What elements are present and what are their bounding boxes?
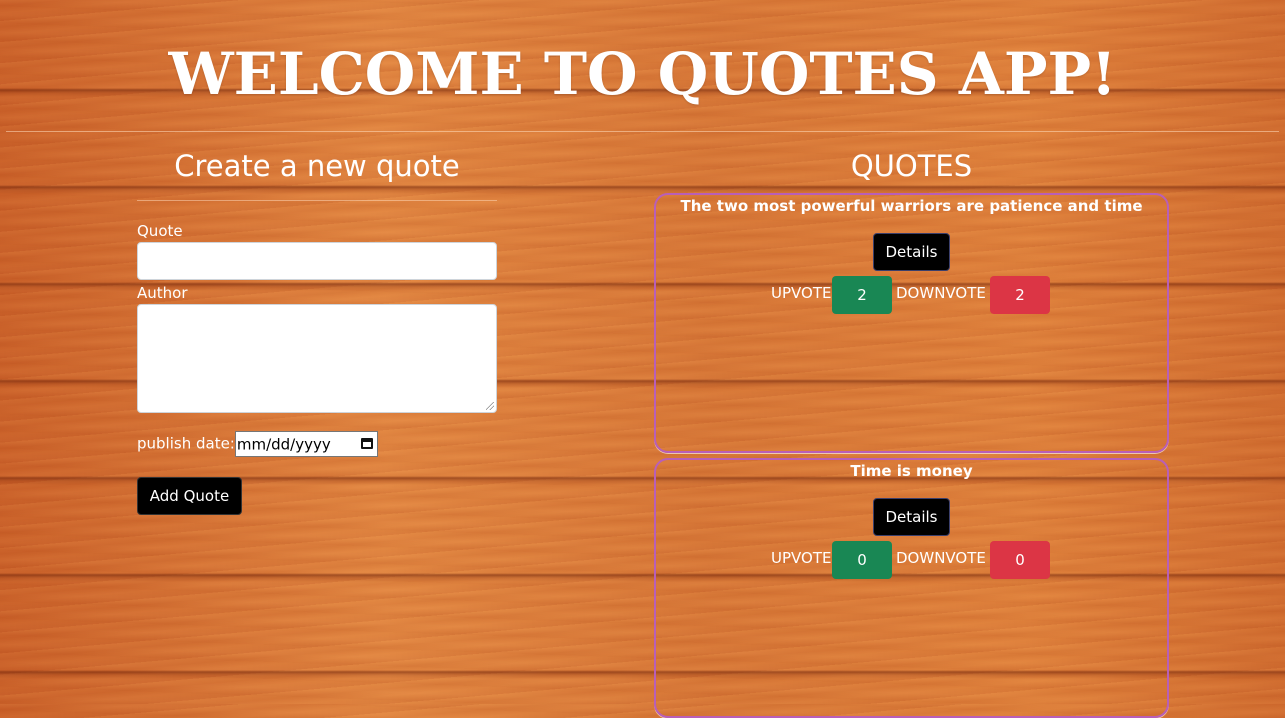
quote-text: Time is money — [850, 462, 973, 480]
publish-date-input[interactable]: mm/dd/yyyy — [234, 430, 378, 457]
downvote-button[interactable]: 2 — [990, 276, 1050, 314]
downvote-label: DOWNVOTE — [896, 284, 986, 302]
quote-input[interactable] — [137, 242, 497, 280]
quote-card: The two most powerful warriors are patie… — [654, 193, 1169, 453]
vote-row: UPVOTE 0 DOWNVOTE 0 — [771, 541, 1071, 579]
quote-text: The two most powerful warriors are patie… — [680, 197, 1143, 215]
vote-row: UPVOTE 2 DOWNVOTE 2 — [771, 276, 1071, 314]
calendar-icon[interactable] — [360, 437, 373, 449]
upvote-button[interactable]: 2 — [832, 276, 892, 314]
downvote-label: DOWNVOTE — [896, 549, 986, 567]
publish-date-row: publish date: mm/dd/yyyy — [137, 430, 378, 457]
upvote-label: UPVOTE — [771, 549, 832, 567]
date-placeholder: mm/dd/yyyy — [236, 435, 331, 453]
create-quote-heading: Create a new quote — [174, 149, 460, 183]
quote-label: Quote — [137, 222, 183, 240]
upvote-button[interactable]: 0 — [832, 541, 892, 579]
publish-date-label: publish date: — [137, 434, 235, 453]
header-divider — [6, 131, 1279, 132]
add-quote-button[interactable]: Add Quote — [137, 477, 242, 515]
resize-handle-icon[interactable] — [486, 402, 494, 410]
upvote-label: UPVOTE — [771, 284, 832, 302]
page-title: WELCOME TO QUOTES APP! — [168, 40, 1117, 108]
quote-card: Time is money Details UPVOTE 0 DOWNVOTE … — [654, 458, 1169, 718]
details-button[interactable]: Details — [873, 233, 950, 271]
author-label: Author — [137, 284, 188, 302]
details-button[interactable]: Details — [873, 498, 950, 536]
form-divider — [137, 200, 497, 201]
quotes-heading: QUOTES — [850, 149, 973, 183]
author-textarea[interactable] — [137, 304, 497, 413]
downvote-button[interactable]: 0 — [990, 541, 1050, 579]
